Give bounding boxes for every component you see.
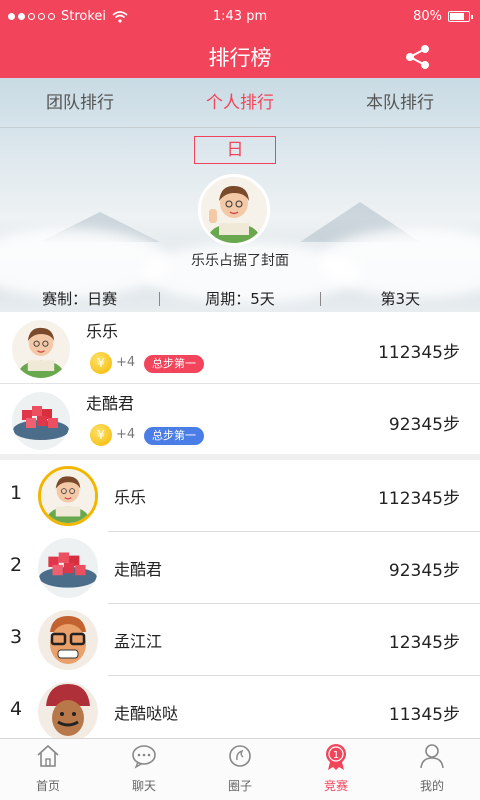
rank-number: 3 bbox=[10, 626, 23, 648]
cover-avatar[interactable] bbox=[198, 174, 270, 246]
share-icon[interactable] bbox=[404, 44, 432, 70]
glasses-man-avatar-icon bbox=[38, 610, 98, 670]
avatar bbox=[12, 392, 70, 450]
user-name: 走酷哒哒 bbox=[114, 704, 179, 723]
avatar bbox=[12, 320, 70, 378]
nav-circle[interactable]: 圈子 bbox=[192, 739, 288, 800]
woman-avatar-icon bbox=[41, 469, 95, 523]
match-cycle: 周期：5天 bbox=[205, 290, 275, 308]
medal-icon: 1 bbox=[326, 744, 346, 770]
nav-label: 聊天 bbox=[131, 779, 156, 793]
step-count: 92345步 bbox=[388, 561, 460, 581]
nav-label: 我的 bbox=[419, 779, 444, 793]
user-name: 走酷君 bbox=[114, 560, 163, 579]
battery-icon bbox=[448, 11, 473, 22]
user-name: 走酷君 bbox=[86, 394, 135, 413]
coin-icon: ¥ bbox=[90, 424, 112, 446]
step-count: 92345步 bbox=[388, 415, 460, 435]
step-count: 112345步 bbox=[378, 489, 460, 509]
match-format: 赛制：日赛 bbox=[42, 290, 118, 308]
woman-avatar-icon bbox=[201, 177, 267, 243]
rank-number: 2 bbox=[10, 554, 23, 576]
status-badge: 总步第一 bbox=[144, 427, 204, 445]
period-selector[interactable]: 日 bbox=[194, 136, 276, 164]
nav-home[interactable]: 首页 bbox=[0, 739, 96, 800]
rank-number: 1 bbox=[10, 482, 23, 504]
avatar bbox=[38, 682, 98, 742]
ranking-tabs: 团队排行 个人排行 本队排行 bbox=[0, 78, 480, 128]
highlight-row[interactable]: 走酷君 ¥ +4 总步第一 92345步 bbox=[0, 384, 480, 456]
highlight-row[interactable]: 乐乐 ¥ +4 总步第一 112345步 bbox=[0, 312, 480, 384]
nav-chat[interactable]: 聊天 bbox=[96, 739, 192, 800]
avatar bbox=[38, 466, 98, 526]
cover-caption: 乐乐占据了封面 bbox=[191, 253, 289, 269]
woman-avatar-icon bbox=[12, 320, 70, 378]
table-row[interactable]: 3 孟江江 12345步 bbox=[0, 604, 480, 676]
rank-number: 4 bbox=[10, 698, 23, 720]
avatar bbox=[38, 538, 98, 598]
chat-icon bbox=[132, 745, 156, 769]
battery-status: 80% bbox=[413, 9, 473, 24]
circle-icon bbox=[229, 745, 251, 767]
coin-bonus: +4 bbox=[116, 427, 136, 442]
tab-team-ranking[interactable]: 团队排行 bbox=[0, 78, 160, 127]
tab-my-team-ranking[interactable]: 本队排行 bbox=[320, 78, 480, 127]
coin-icon: ¥ bbox=[90, 352, 112, 374]
svg-text:1: 1 bbox=[333, 750, 339, 761]
step-count: 112345步 bbox=[378, 343, 460, 363]
profile-icon bbox=[420, 744, 444, 769]
battery-percent: 80% bbox=[413, 9, 442, 24]
app-header: Strokei 1:43 pm 80% 排行榜 bbox=[0, 0, 480, 78]
table-row[interactable]: 1 乐乐 112345步 bbox=[0, 460, 480, 532]
tab-personal-ranking[interactable]: 个人排行 bbox=[160, 78, 320, 127]
coin-bonus: +4 bbox=[116, 355, 136, 370]
avatar bbox=[38, 610, 98, 670]
step-count: 12345步 bbox=[388, 633, 460, 653]
user-name: 乐乐 bbox=[114, 488, 147, 507]
nav-label: 竞赛 bbox=[323, 779, 348, 793]
home-icon bbox=[37, 744, 59, 767]
cover-banner: 团队排行 个人排行 本队排行 日 乐乐占据了封面 赛制：日赛 周期：5天 第3天 bbox=[0, 78, 480, 312]
step-count: 11345步 bbox=[388, 705, 460, 725]
nav-label: 圈子 bbox=[227, 779, 252, 793]
clock: 1:43 pm bbox=[212, 9, 268, 24]
user-name: 孟江江 bbox=[114, 632, 163, 651]
user-name: 乐乐 bbox=[86, 322, 119, 341]
watermelon-avatar-icon bbox=[38, 538, 98, 598]
status-badge: 总步第一 bbox=[144, 355, 204, 373]
table-row[interactable]: 2 走酷君 92345步 bbox=[0, 532, 480, 604]
turban-man-avatar-icon bbox=[38, 682, 98, 742]
status-bar: Strokei 1:43 pm 80% bbox=[0, 0, 480, 34]
match-info: 赛制：日赛 周期：5天 第3天 bbox=[0, 286, 480, 312]
bottom-navigation: 首页 聊天 圈子 1 竞赛 我的 bbox=[0, 738, 480, 800]
nav-competition[interactable]: 1 竞赛 bbox=[288, 739, 384, 800]
nav-profile[interactable]: 我的 bbox=[384, 739, 480, 800]
match-day: 第3天 bbox=[380, 290, 421, 308]
watermelon-avatar-icon bbox=[12, 392, 70, 450]
nav-label: 首页 bbox=[35, 779, 60, 793]
